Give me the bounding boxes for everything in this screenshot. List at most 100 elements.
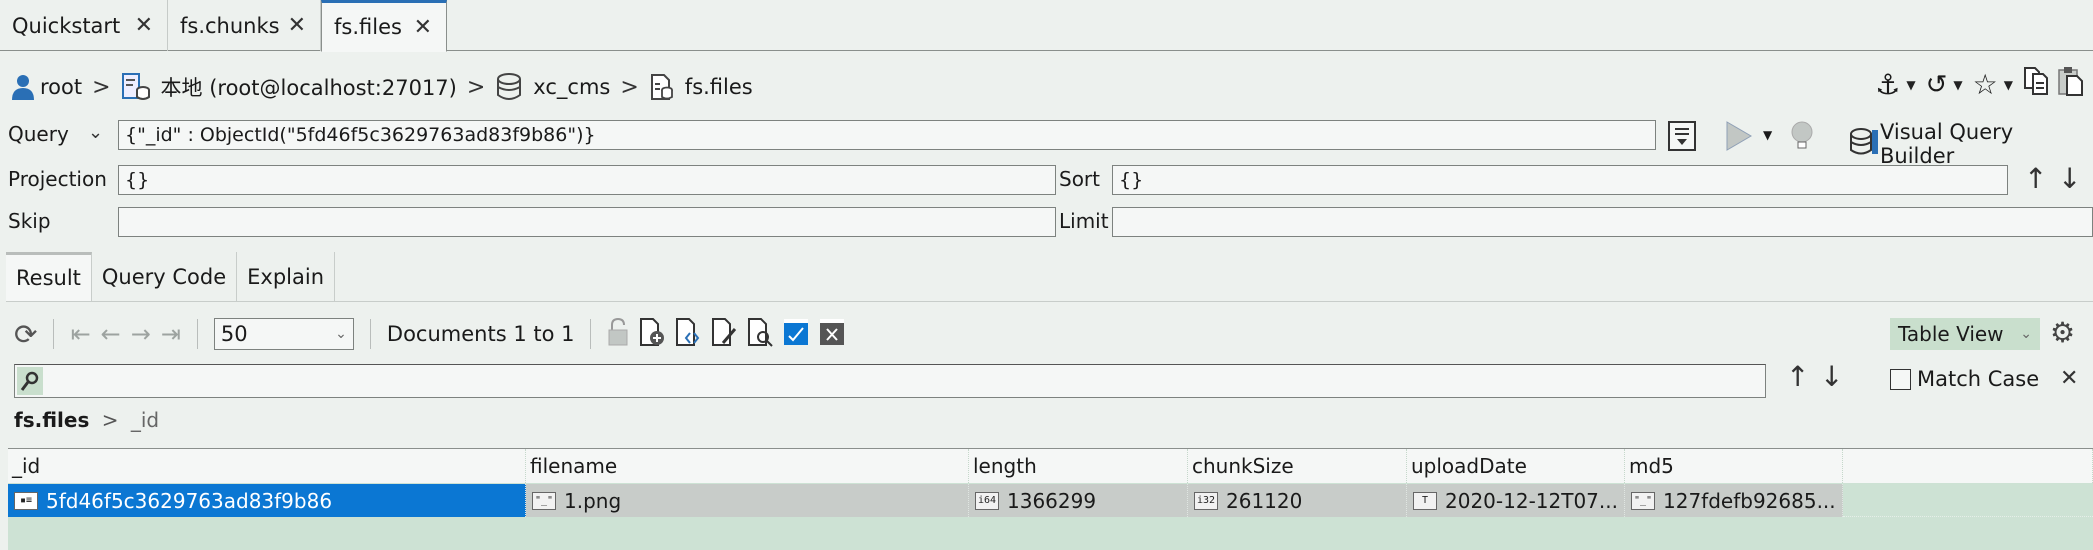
query-history-icon[interactable] <box>1668 121 1696 156</box>
visual-query-builder-label: Visual Query Builder <box>1880 120 2014 168</box>
settings-gear-icon[interactable]: ⚙ <box>2050 316 2075 349</box>
anchor-dropdown-icon[interactable]: ▼ <box>1906 78 1915 92</box>
table-cell-id[interactable]: ▪≡ 5fd46f5c3629763ad83f9b86 <box>8 484 526 517</box>
column-header-id[interactable]: _id <box>8 449 526 483</box>
user-icon <box>10 73 36 101</box>
tab-fs-files[interactable]: fs.files ✕ <box>321 0 447 52</box>
sort-label: Sort <box>1059 167 1100 191</box>
divider <box>590 319 592 349</box>
grid-path-field[interactable]: _id <box>131 408 159 432</box>
int64-type-icon: i64 <box>975 491 999 510</box>
paste-icon[interactable] <box>2057 66 2085 103</box>
tab-quickstart[interactable]: Quickstart ✕ <box>0 0 168 51</box>
server-icon <box>121 72 151 102</box>
divider <box>196 319 198 349</box>
results-toolbar: ⟳ ⇤ ← → ⇥ 50 ⌄ Documents 1 to 1 <box>14 314 845 354</box>
view-document-icon[interactable] <box>747 317 774 352</box>
edit-document-icon[interactable] <box>711 317 737 352</box>
refresh-icon[interactable]: ⟳ <box>14 318 37 351</box>
first-page-icon[interactable]: ⇤ <box>70 320 90 348</box>
column-header-filename[interactable]: filename <box>526 449 969 483</box>
close-search-icon[interactable]: ✕ <box>2060 366 2078 391</box>
sort-ascending-icon[interactable]: ↑ <box>2024 162 2047 195</box>
validate-icon[interactable] <box>783 318 809 351</box>
result-tabs: Result Query Code Explain <box>6 252 2093 302</box>
query-input[interactable]: {"_id" : ObjectId("5fd46f5c3629763ad83f9… <box>118 120 1656 150</box>
cell-value: 127fdefb92685... <box>1663 488 1836 513</box>
tab-result[interactable]: Result <box>6 252 92 301</box>
run-query-icon[interactable] <box>1725 120 1753 157</box>
history-dropdown-icon[interactable]: ▼ <box>1953 78 1962 92</box>
search-next-icon[interactable]: ↓ <box>1820 360 1843 393</box>
view-mode-select[interactable]: Table View ⌄ <box>1890 318 2040 350</box>
run-dropdown-icon[interactable]: ▼ <box>1763 128 1772 142</box>
breadcrumb-user[interactable]: root <box>40 75 82 99</box>
tab-query-code[interactable]: Query Code <box>92 252 238 301</box>
date-type-icon: T <box>1413 491 1437 510</box>
table-cell-uploaddate[interactable]: T 2020-12-12T07... <box>1407 484 1625 517</box>
next-page-icon[interactable]: → <box>131 320 151 348</box>
copy-icon[interactable] <box>2023 66 2051 103</box>
tab-label: Quickstart <box>12 13 121 38</box>
history-icon[interactable]: ↺ <box>1926 70 1948 100</box>
column-header-chunksize[interactable]: chunkSize <box>1188 449 1407 483</box>
star-icon[interactable]: ☆ <box>1973 68 1998 101</box>
visual-query-builder-button[interactable]: Visual Query Builder <box>1848 120 2093 168</box>
chevron-down-icon: ⌄ <box>2020 326 2032 342</box>
string-type-icon: "_" <box>1631 491 1655 510</box>
breadcrumb-collection[interactable]: fs.files <box>685 75 753 99</box>
lock-icon[interactable] <box>607 317 629 352</box>
delete-document-icon[interactable] <box>819 318 845 351</box>
breadcrumb-connection[interactable]: 本地 (root@localhost:27017) <box>161 72 457 102</box>
page-size-select[interactable]: 50 ⌄ <box>213 318 354 350</box>
previous-page-icon[interactable]: ← <box>101 320 121 348</box>
table-cell-chunksize[interactable]: i32 261120 <box>1188 484 1407 517</box>
table-cell-filename[interactable]: "_" 1.png <box>526 484 969 517</box>
query-mode-label: Query <box>8 122 69 146</box>
view-mode-value: Table View <box>1898 322 2004 346</box>
last-page-icon[interactable]: ⇥ <box>161 320 181 348</box>
close-icon[interactable]: ✕ <box>414 15 432 40</box>
edit-json-icon[interactable] <box>675 317 701 352</box>
sort-descending-icon[interactable]: ↓ <box>2058 162 2081 195</box>
divider <box>53 319 55 349</box>
match-case-label: Match Case <box>1917 367 2040 391</box>
collection-icon <box>649 73 675 101</box>
breadcrumb-database[interactable]: xc_cms <box>533 75 610 99</box>
close-icon[interactable]: ✕ <box>288 13 306 38</box>
divider <box>369 319 371 349</box>
column-header-length[interactable]: length <box>969 449 1188 483</box>
visual-query-builder-icon <box>1848 126 1880 163</box>
grid-path-root[interactable]: fs.files <box>14 408 89 432</box>
lightbulb-icon[interactable] <box>1790 120 1814 157</box>
breadcrumb-separator: > <box>101 408 119 432</box>
sort-input[interactable]: {} <box>1112 165 2008 195</box>
tab-fs-chunks[interactable]: fs.chunks ✕ <box>168 0 321 51</box>
grid-breadcrumb: fs.files > _id <box>14 408 159 432</box>
database-icon <box>495 72 523 102</box>
column-header-md5[interactable]: md5 <box>1625 449 1843 483</box>
grid-search-input[interactable] <box>14 364 1766 398</box>
search-previous-icon[interactable]: ↑ <box>1786 360 1809 393</box>
results-grid: _id filename length chunkSize uploadDate… <box>8 448 2093 550</box>
projection-label: Projection <box>8 167 107 191</box>
limit-input[interactable] <box>1112 207 2093 237</box>
anchor-icon[interactable]: ⚓ <box>1875 68 1900 101</box>
column-header-uploaddate[interactable]: uploadDate <box>1407 449 1625 483</box>
cell-value: 5fd46f5c3629763ad83f9b86 <box>46 488 333 513</box>
star-dropdown-icon[interactable]: ▼ <box>2004 78 2013 92</box>
skip-input[interactable] <box>118 207 1056 237</box>
breadcrumb: root > 本地 (root@localhost:27017) > xc_cm… <box>10 70 753 104</box>
objectid-type-icon: ▪≡ <box>14 491 38 510</box>
close-icon[interactable]: ✕ <box>135 13 153 38</box>
breadcrumb-separator: > <box>620 74 639 100</box>
table-cell-md5[interactable]: "_" 127fdefb92685... <box>1625 484 1843 517</box>
add-document-icon[interactable] <box>639 317 665 352</box>
projection-input[interactable]: {} <box>118 165 1056 195</box>
match-case-checkbox[interactable]: Match Case <box>1890 367 2039 391</box>
query-mode-dropdown-icon[interactable]: ⌄ <box>88 122 103 143</box>
cell-value: 2020-12-12T07... <box>1445 488 1618 513</box>
checkbox-icon <box>1890 368 1911 390</box>
tab-explain[interactable]: Explain <box>237 252 336 301</box>
table-cell-length[interactable]: i64 1366299 <box>969 484 1188 517</box>
